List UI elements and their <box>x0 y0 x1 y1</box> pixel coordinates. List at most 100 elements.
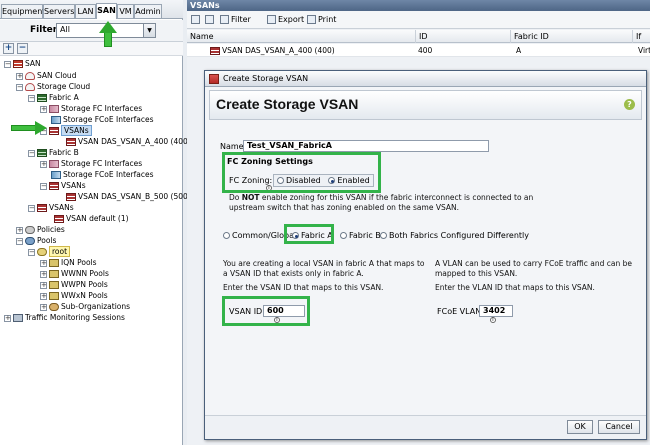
app-icon <box>209 74 219 84</box>
tree-toolbar: + − <box>0 42 183 56</box>
chevron-down-icon[interactable]: ▼ <box>143 24 155 37</box>
navigation-pane: Equipment Servers LAN SAN VM Admin Filte… <box>0 0 191 445</box>
vlan-info: A VLAN can be used to carry FCoE traffic… <box>435 259 633 278</box>
content-title: VSANs <box>187 0 650 11</box>
fcoe-vlan-input[interactable]: 3402 <box>479 305 513 317</box>
vsan-icon <box>66 193 76 201</box>
filter-value: All <box>60 25 70 34</box>
vsan-icon <box>54 215 64 223</box>
column-header-fabric-id[interactable]: Fabric ID <box>510 30 632 43</box>
collapse-toggle[interactable]: − <box>16 83 23 91</box>
tree-item-sub-organizations[interactable]: + Sub-Organizations <box>40 301 130 312</box>
cancel-button[interactable]: Cancel <box>598 420 640 434</box>
id-pool-icon <box>49 270 59 278</box>
expand-all-button[interactable]: + <box>3 43 14 54</box>
id-pool-icon <box>49 259 59 267</box>
filter-button[interactable]: Filter <box>220 14 251 26</box>
tab-lan[interactable]: LAN <box>75 4 96 18</box>
collapse-toggle[interactable]: − <box>28 248 35 256</box>
ok-button[interactable]: OK <box>567 420 593 434</box>
collapse-toggle[interactable]: − <box>28 149 35 157</box>
fcoe-vlan-label: FCoE VLAN: <box>437 307 484 316</box>
table-row[interactable]: VSAN DAS_VSAN_A_400 (400) 400 A Virtua <box>187 44 650 57</box>
expand-toggle[interactable]: + <box>40 281 47 289</box>
add-button[interactable] <box>191 14 202 26</box>
tree-item-iqn-pools[interactable]: + IQN Pools <box>40 257 97 268</box>
expand-toggle[interactable]: + <box>40 160 47 168</box>
column-header-id[interactable]: ID <box>415 30 510 43</box>
annotation-box-vsan-id <box>222 296 310 326</box>
tree-item-wwpn-pools[interactable]: + WWPN Pools <box>40 279 108 290</box>
tree-item-vsans-b[interactable]: − VSANs <box>40 180 86 191</box>
plus-icon <box>191 15 200 24</box>
collapse-toggle[interactable]: − <box>4 60 11 68</box>
tree-item-wwxn-pools[interactable]: + WWxN Pools <box>40 290 108 301</box>
fabric-icon <box>37 94 47 102</box>
name-input[interactable]: Test_VSAN_FabricA <box>243 140 489 152</box>
expand-toggle[interactable]: + <box>40 292 47 300</box>
radio-icon <box>340 232 347 239</box>
tree-item-wwnn-pools[interactable]: + WWNN Pools <box>40 268 109 279</box>
tree-item-fabric-b[interactable]: − Fabric B <box>28 147 79 158</box>
expand-toggle[interactable]: + <box>40 259 47 267</box>
cell-name: VSAN DAS_VSAN_A_400 (400) <box>207 44 335 57</box>
vsan-icon <box>49 182 59 190</box>
policies-icon <box>25 226 35 234</box>
annotation-box-fc-zoning <box>222 152 381 193</box>
vsan-icon <box>37 204 47 212</box>
tree-item-vsan-a-400[interactable]: VSAN DAS_VSAN_A_400 (400) <box>66 136 191 147</box>
help-icon[interactable]: ? <box>624 99 635 110</box>
dialog-title-bar[interactable]: Create Storage VSAN <box>205 71 646 87</box>
radio-icon <box>223 232 230 239</box>
tab-servers[interactable]: Servers <box>43 4 75 18</box>
fcoe-interface-icon <box>51 116 61 124</box>
tree-item-vsans-a[interactable]: − VSANs <box>40 125 92 136</box>
tree-item-vsan-default[interactable]: VSAN default (1) <box>54 213 129 224</box>
tree-item-root[interactable]: − root <box>28 246 71 257</box>
info-icon: i <box>490 317 496 323</box>
create-storage-vsan-dialog: Create Storage VSAN Create Storage VSAN … <box>204 70 647 440</box>
print-button[interactable]: Print <box>307 14 336 26</box>
export-icon <box>267 15 276 24</box>
tree-item-san-cloud[interactable]: + SAN Cloud <box>16 70 76 81</box>
vsan-icon <box>210 47 220 55</box>
column-header-if-type[interactable]: If Ty <box>632 30 650 54</box>
nav-tabs: Equipment Servers LAN SAN VM Admin <box>0 0 183 19</box>
tree-item-storage-cloud[interactable]: − Storage Cloud <box>16 81 90 92</box>
expand-toggle[interactable]: + <box>16 226 23 234</box>
tree-item-policies[interactable]: + Policies <box>16 224 65 235</box>
content-toolbar: Filter Export Print <box>187 11 650 29</box>
printer-icon <box>307 15 316 24</box>
expand-toggle[interactable]: + <box>40 105 47 113</box>
tree-item-fabric-a[interactable]: − Fabric A <box>28 92 79 103</box>
tree-item-san[interactable]: − SAN <box>4 58 41 69</box>
expand-toggle[interactable]: + <box>4 314 11 322</box>
both-fabrics-radio[interactable]: Both Fabrics Configured Differently <box>380 231 529 240</box>
remove-button[interactable] <box>205 14 216 26</box>
annotation-box-fabric-a <box>284 224 334 244</box>
collapse-toggle[interactable]: − <box>16 237 23 245</box>
tree-item-storage-fc-a[interactable]: + Storage FC Interfaces <box>40 103 142 114</box>
tree-item-vsans-common[interactable]: − VSANs <box>28 202 74 213</box>
fcoe-interface-icon <box>51 171 61 179</box>
expand-toggle[interactable]: + <box>16 72 23 80</box>
tab-vm[interactable]: VM <box>117 4 134 18</box>
collapse-all-button[interactable]: − <box>17 43 28 54</box>
tree-item-vsan-b-500[interactable]: VSAN DAS_VSAN_B_500 (500) <box>66 191 191 202</box>
tree-item-storage-fcoe-a[interactable]: Storage FCoE Interfaces <box>51 114 153 125</box>
tree-item-storage-fc-b[interactable]: + Storage FC Interfaces <box>40 158 142 169</box>
column-header-name[interactable]: Name <box>187 30 415 43</box>
collapse-toggle[interactable]: − <box>28 94 35 102</box>
export-button[interactable]: Export <box>267 14 304 26</box>
fabric-b-radio[interactable]: Fabric B <box>340 231 381 240</box>
tree-item-storage-fcoe-b[interactable]: Storage FCoE Interfaces <box>51 169 153 180</box>
tab-admin[interactable]: Admin <box>134 4 162 18</box>
tab-san[interactable]: SAN <box>96 3 117 19</box>
collapse-toggle[interactable]: − <box>40 182 47 190</box>
tree-item-pools[interactable]: − Pools <box>16 235 56 246</box>
expand-toggle[interactable]: + <box>40 303 47 311</box>
collapse-toggle[interactable]: − <box>28 204 35 212</box>
tree-item-traffic-monitoring[interactable]: + Traffic Monitoring Sessions <box>4 312 125 323</box>
expand-toggle[interactable]: + <box>40 270 47 278</box>
tab-equipment[interactable]: Equipment <box>1 4 45 18</box>
